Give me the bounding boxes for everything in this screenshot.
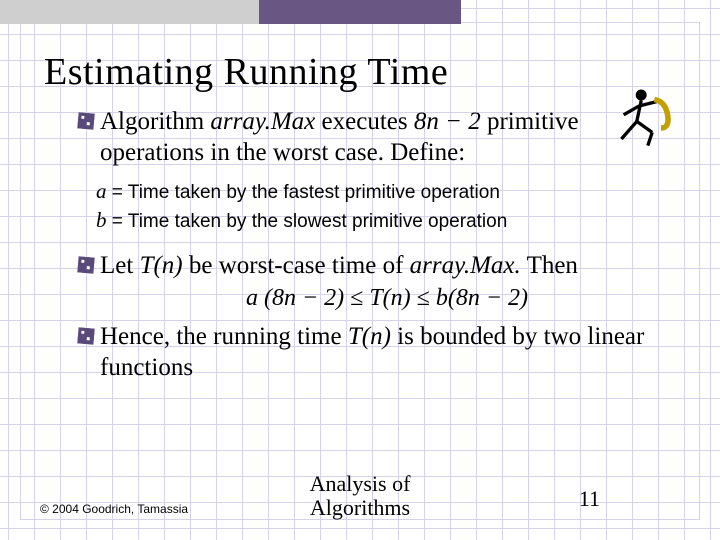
text: Hence, the running time xyxy=(100,323,348,350)
footer-title: Analysis of Algorithms xyxy=(310,472,411,520)
content: Estimating Running Time Algorithm array.… xyxy=(0,24,720,540)
band-gray xyxy=(0,0,259,24)
text: Then xyxy=(521,252,578,279)
sub-definitions: a = Time taken by the fastest primitive … xyxy=(96,177,664,236)
footer-title-l1: Analysis of xyxy=(310,472,411,496)
text: Let xyxy=(100,252,140,279)
text: = Time taken by the slowest primitive op… xyxy=(107,211,508,232)
var-b: b xyxy=(96,208,107,232)
tn: T(n) xyxy=(369,285,410,311)
text: = Time taken by the fastest primitive op… xyxy=(107,182,500,203)
slide: Estimating Running Time Algorithm array.… xyxy=(0,0,720,540)
band-purple xyxy=(259,0,461,24)
text: executes xyxy=(315,108,414,135)
def-b: b = Time taken by the slowest primitive … xyxy=(96,206,664,236)
bullet-1: Algorithm array.Max executes 8n − 2 prim… xyxy=(100,106,674,169)
math: (8n − 2) xyxy=(448,285,528,311)
text: be worst-case time of xyxy=(183,252,410,279)
var-b: b xyxy=(436,285,448,311)
page-number: 11 xyxy=(579,486,600,512)
bullet-2: Let T(n) be worst-case time of array.Max… xyxy=(100,250,674,313)
math: ≤ xyxy=(411,285,436,311)
tn: T(n) xyxy=(348,323,391,350)
footer-title-l2: Algorithms xyxy=(310,496,411,520)
math: (8n − 2) ≤ xyxy=(258,285,369,311)
var-a: a xyxy=(96,179,107,203)
math-expr: 8n − 2 xyxy=(414,108,481,135)
footer: © 2004 Goodrich, Tamassia Analysis of Al… xyxy=(0,474,720,518)
algorithm-name: array.Max xyxy=(210,108,315,135)
bullet-3: Hence, the running time T(n) is bounded … xyxy=(100,321,674,384)
algorithm-name: array.Max. xyxy=(410,252,521,279)
inequality: a (8n − 2) ≤ T(n) ≤ b(8n − 2) xyxy=(100,283,674,313)
text: Algorithm xyxy=(100,108,210,135)
tn: T(n) xyxy=(140,252,183,279)
bullet-list: Algorithm array.Max executes 8n − 2 prim… xyxy=(60,106,674,169)
header-band xyxy=(0,0,720,24)
copyright: © 2004 Goodrich, Tamassia xyxy=(40,502,188,516)
def-a: a = Time taken by the fastest primitive … xyxy=(96,177,664,207)
var-a: a xyxy=(246,285,258,311)
bullet-list-cont: Let T(n) be worst-case time of array.Max… xyxy=(60,250,674,384)
